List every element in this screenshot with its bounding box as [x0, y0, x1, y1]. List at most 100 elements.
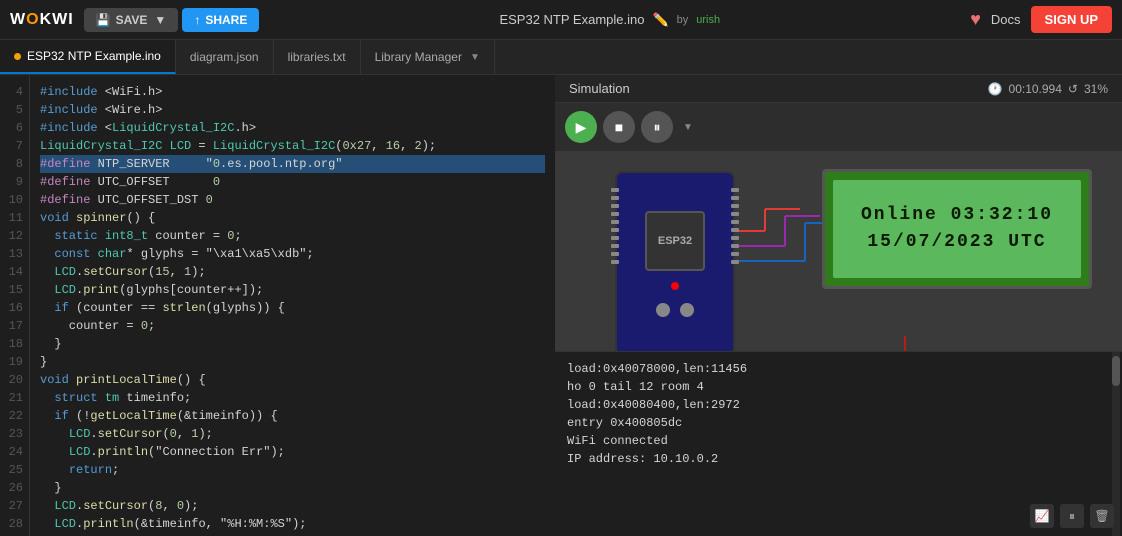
run-button[interactable]: ▶ [565, 111, 597, 143]
line-number: 26 [8, 479, 23, 497]
share-button[interactable]: ↑ SHARE [182, 8, 259, 32]
save-dropdown-icon[interactable]: ▼ [154, 13, 166, 27]
board-button-2[interactable] [680, 303, 694, 317]
tab-libraries[interactable]: libraries.txt [274, 40, 361, 74]
tab-diagram[interactable]: diagram.json [176, 40, 274, 74]
code-line: LCD.setCursor(0, 1); [40, 425, 545, 443]
code-line: #define NTP_SERVER "0.es.pool.ntp.org" [40, 155, 545, 173]
code-line: #include <LiquidCrystal_I2C.h> [40, 119, 545, 137]
lcd-screen: Online 03:32:10 15/07/2023 UTC [833, 180, 1081, 278]
code-line: } [40, 335, 545, 353]
code-line: if (!getLocalTime(&timeinfo)) { [40, 407, 545, 425]
heart-button[interactable]: ♥ [970, 9, 981, 30]
file-title-area: ESP32 NTP Example.ino ✏️ by urish [499, 12, 720, 28]
code-line: #include <WiFi.h> [40, 83, 545, 101]
simulation-canvas: ESP32 Online 03:32:10 15/07/2023 UTC [555, 151, 1122, 351]
pin [611, 188, 619, 192]
pin [611, 228, 619, 232]
line-number: 13 [8, 245, 23, 263]
code-line: LCD.println(&timeinfo, "%H:%M:%S"); [40, 515, 545, 533]
save-button[interactable]: 💾 SAVE ▼ [84, 8, 179, 32]
edit-icon[interactable]: ✏️ [652, 12, 668, 28]
simulation-header: Simulation 🕐 00:10.994 ↺ 31% [555, 75, 1122, 103]
tab-label: diagram.json [190, 50, 259, 64]
line-number: 4 [8, 83, 23, 101]
line-number: 20 [8, 371, 23, 389]
code-line: void printLocalTime() { [40, 371, 545, 389]
pin [731, 252, 739, 256]
line-number: 14 [8, 263, 23, 281]
tab-main-file[interactable]: ESP32 NTP Example.ino [0, 40, 176, 74]
lcd-display: Online 03:32:10 15/07/2023 UTC [822, 169, 1092, 289]
line-number: 19 [8, 353, 23, 371]
tab-label: Library Manager [375, 50, 462, 64]
pin [731, 204, 739, 208]
code-line: #define UTC_OFFSET 0 [40, 173, 545, 191]
author-link[interactable]: urish [696, 14, 720, 26]
board-button-1[interactable] [656, 303, 670, 317]
chart-icon[interactable]: 📈 [1030, 504, 1054, 528]
pin [731, 260, 739, 264]
by-text: by [677, 14, 689, 26]
code-line: LCD.setCursor(8, 0); [40, 497, 545, 515]
console-line: entry 0x400805dc [567, 414, 1110, 432]
line-number: 11 [8, 209, 23, 227]
code-line: LiquidCrystal_I2C LCD = LiquidCrystal_I2… [40, 137, 545, 155]
code-line: } [40, 353, 545, 371]
tab-dot [14, 53, 21, 60]
docs-button[interactable]: Docs [991, 12, 1021, 27]
save-icon: 💾 [96, 13, 111, 27]
line-number: 10 [8, 191, 23, 209]
signup-button[interactable]: SIGN UP [1031, 6, 1112, 33]
pin [731, 236, 739, 240]
line-number: 21 [8, 389, 23, 407]
line-number: 22 [8, 407, 23, 425]
code-line: const char* glyphs = "\xa1\xa5\xdb"; [40, 245, 545, 263]
share-label: SHARE [205, 13, 247, 27]
file-name: ESP32 NTP Example.ino [499, 12, 644, 27]
simulation-tab-label: Simulation [569, 81, 630, 96]
console-output: load:0x40078000,len:11456ho 0 tail 12 ro… [555, 351, 1122, 536]
tab-library-manager[interactable]: Library Manager ▼ [361, 40, 495, 74]
code-content[interactable]: #include <WiFi.h>#include <Wire.h>#inclu… [30, 75, 555, 536]
pin [731, 228, 739, 232]
line-number: 5 [8, 101, 23, 119]
line-number: 8 [8, 155, 23, 173]
share-icon: ↑ [194, 13, 200, 27]
main-layout: 4567891011121314151617181920212223242526… [0, 75, 1122, 536]
pin [611, 252, 619, 256]
save-label: SAVE [116, 13, 148, 27]
stop-button[interactable]: ■ [603, 111, 635, 143]
pin [611, 260, 619, 264]
pause-button[interactable]: ⏸ [641, 111, 673, 143]
clear-console-icon[interactable]: 🗑 [1090, 504, 1114, 528]
cpu-percent: 31% [1084, 82, 1108, 96]
lcd-line-1: Online 03:32:10 [861, 202, 1053, 229]
tab-label: libraries.txt [288, 50, 346, 64]
pin [731, 244, 739, 248]
code-line: return; [40, 461, 545, 479]
code-line: LCD.setCursor(15, 1); [40, 263, 545, 281]
console-line: ho 0 tail 12 room 4 [567, 378, 1110, 396]
pin [731, 220, 739, 224]
code-line: #include <Wire.h> [40, 101, 545, 119]
line-number: 23 [8, 425, 23, 443]
esp32-chip: ESP32 [645, 211, 705, 271]
pin [611, 212, 619, 216]
pin [611, 196, 619, 200]
line-number: 25 [8, 461, 23, 479]
code-line: static int8_t counter = 0; [40, 227, 545, 245]
cpu-icon: ↺ [1068, 82, 1078, 96]
line-number: 6 [8, 119, 23, 137]
code-editor[interactable]: 4567891011121314151617181920212223242526… [0, 75, 555, 536]
led-red [671, 282, 679, 290]
scrollbar-thumb[interactable] [1112, 356, 1120, 386]
line-number: 17 [8, 317, 23, 335]
pin [731, 212, 739, 216]
line-numbers: 4567891011121314151617181920212223242526… [0, 75, 30, 536]
pause-console-icon[interactable]: ⏸ [1060, 504, 1084, 528]
tab-label: ESP32 NTP Example.ino [27, 49, 161, 63]
console-line: WiFi connected [567, 432, 1110, 450]
code-line: LCD.print(glyphs[counter++]); [40, 281, 545, 299]
dropdown-arrow-icon: ▼ [470, 52, 480, 63]
